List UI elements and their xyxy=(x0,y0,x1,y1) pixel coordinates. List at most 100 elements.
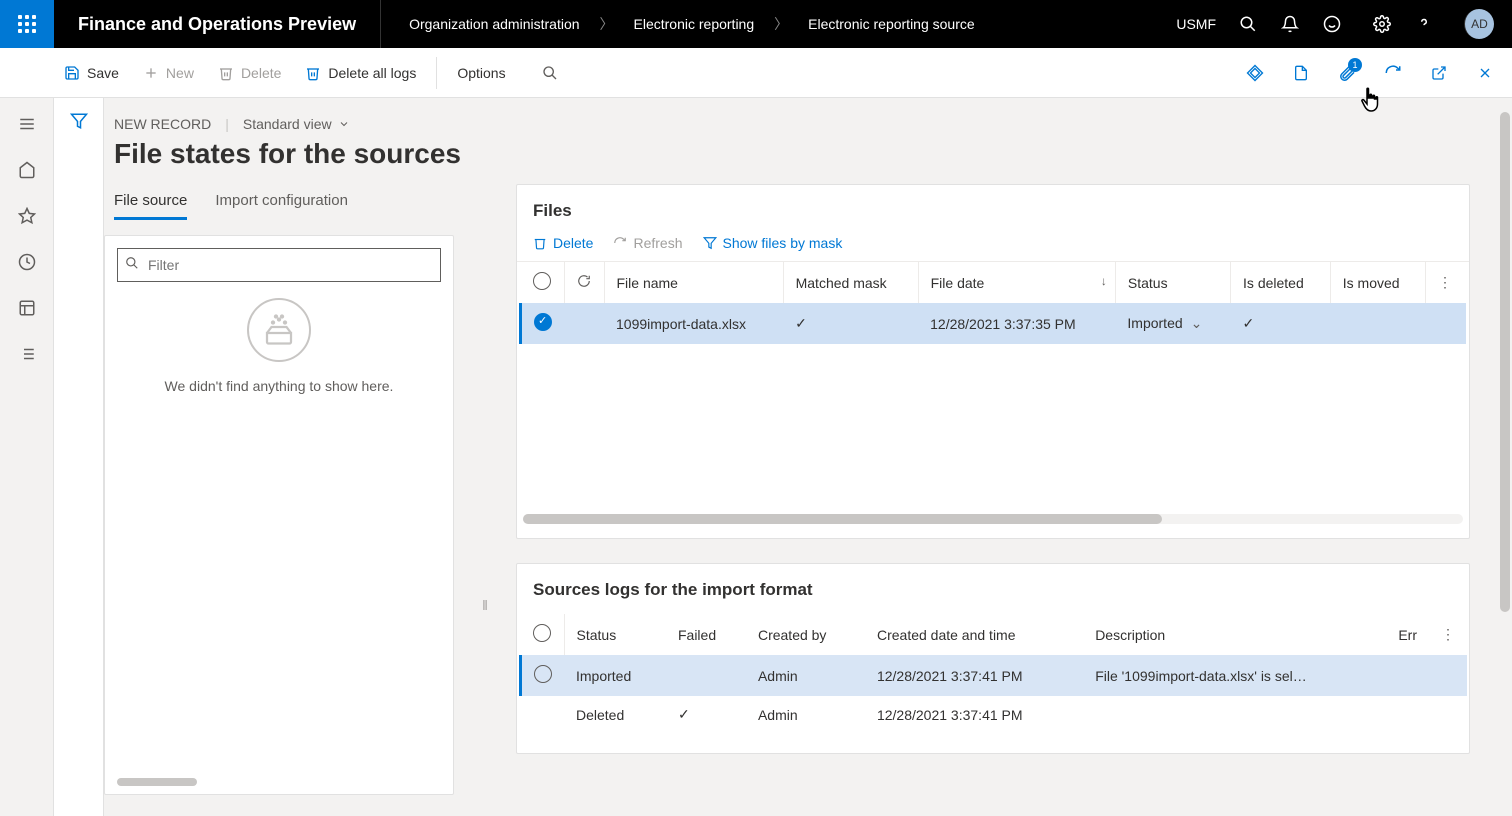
bell-icon[interactable] xyxy=(1280,14,1300,34)
search-icon[interactable] xyxy=(1238,14,1258,34)
file-source-panel: We didn't find anything to show here. xyxy=(104,235,454,795)
col-is-deleted[interactable]: Is deleted xyxy=(1231,262,1331,303)
topbar-right: USMF AD xyxy=(1176,9,1512,39)
files-panel-title: Files xyxy=(517,201,1469,235)
scroll-thumb[interactable] xyxy=(1500,112,1510,612)
clock-icon xyxy=(18,253,36,271)
col-matched-mask[interactable]: Matched mask xyxy=(783,262,918,303)
app-launcher[interactable] xyxy=(0,0,54,48)
funnel-icon xyxy=(70,112,88,130)
menu-icon xyxy=(18,115,36,133)
tab-file-source[interactable]: File source xyxy=(114,184,187,220)
top-bar: Finance and Operations Preview Organizat… xyxy=(0,0,1512,48)
page-icon[interactable] xyxy=(1284,56,1318,90)
check-icon: ✓ xyxy=(1243,315,1255,331)
save-label: Save xyxy=(87,65,119,81)
files-refresh-button[interactable]: Refresh xyxy=(613,235,682,251)
refresh-button[interactable] xyxy=(1376,56,1410,90)
nav-hamburger[interactable] xyxy=(7,104,47,144)
select-all-circle[interactable] xyxy=(533,624,551,642)
files-refresh-label: Refresh xyxy=(633,235,682,251)
col-failed[interactable]: Failed xyxy=(666,614,746,655)
col-status[interactable]: Status xyxy=(564,614,666,655)
cell-is-deleted: ✓ xyxy=(1231,303,1331,344)
files-delete-label: Delete xyxy=(553,235,593,251)
cell-status: Imported xyxy=(564,655,666,696)
list-icon xyxy=(18,345,36,363)
col-select[interactable] xyxy=(521,614,565,655)
col-refresh[interactable] xyxy=(564,262,604,303)
filter-pane-toggle[interactable] xyxy=(70,112,88,816)
row-select-checkbox[interactable] xyxy=(534,313,552,331)
filter-input[interactable] xyxy=(117,248,441,282)
cell-matched-mask: ✓ xyxy=(783,303,918,344)
logs-panel: Sources logs for the import format Statu… xyxy=(516,563,1470,754)
col-err[interactable]: Err xyxy=(1386,614,1429,655)
files-delete-button[interactable]: Delete xyxy=(533,235,593,251)
breadcrumb-er-source[interactable]: Electronic reporting source xyxy=(808,16,975,32)
col-description[interactable]: Description xyxy=(1083,614,1386,655)
horizontal-scrollbar[interactable] xyxy=(117,778,197,786)
cell-status[interactable]: Imported⌄ xyxy=(1115,303,1230,344)
cell-file-date: 12/28/2021 3:37:35 PM xyxy=(918,303,1115,344)
nav-workspaces[interactable] xyxy=(7,288,47,328)
nav-home[interactable] xyxy=(7,150,47,190)
view-selector[interactable]: Standard view xyxy=(243,116,350,132)
col-created-by[interactable]: Created by xyxy=(746,614,865,655)
page-title: File states for the sources xyxy=(114,138,1470,170)
check-icon: ✓ xyxy=(678,706,690,722)
breadcrumb-org-admin[interactable]: Organization administration xyxy=(409,16,579,32)
table-row[interactable]: 1099import-data.xlsx ✓ 12/28/2021 3:37:3… xyxy=(521,303,1466,344)
files-body-spacer xyxy=(517,344,1469,514)
popout-button[interactable] xyxy=(1422,56,1456,90)
nav-favorites[interactable] xyxy=(7,196,47,236)
action-search-button[interactable] xyxy=(532,59,568,87)
chevron-down-icon xyxy=(338,118,350,130)
company-code[interactable]: USMF xyxy=(1176,16,1216,32)
col-file-name[interactable]: File name xyxy=(604,262,783,303)
cell-file-name[interactable]: 1099import-data.xlsx xyxy=(604,303,783,344)
table-row[interactable]: Deleted ✓ Admin 12/28/2021 3:37:41 PM xyxy=(521,696,1468,733)
row-select-checkbox[interactable] xyxy=(534,665,552,683)
col-select[interactable] xyxy=(521,262,565,303)
tab-import-config[interactable]: Import configuration xyxy=(215,184,348,220)
files-show-mask-label: Show files by mask xyxy=(723,235,843,251)
select-all-circle[interactable] xyxy=(533,272,551,290)
attachments-button[interactable]: 1 xyxy=(1330,56,1364,90)
col-status[interactable]: Status xyxy=(1115,262,1230,303)
close-button[interactable] xyxy=(1468,56,1502,90)
nav-recent[interactable] xyxy=(7,242,47,282)
empty-text: We didn't find anything to show here. xyxy=(117,378,441,394)
options-button[interactable]: Options xyxy=(447,59,515,87)
delete-all-logs-button[interactable]: Delete all logs xyxy=(295,59,426,87)
col-created-dt[interactable]: Created date and time xyxy=(865,614,1083,655)
avatar[interactable]: AD xyxy=(1464,9,1494,39)
cell-description xyxy=(1083,696,1386,733)
gear-icon[interactable] xyxy=(1372,14,1392,34)
refresh-icon xyxy=(613,236,627,250)
table-row[interactable]: Imported Admin 12/28/2021 3:37:41 PM Fil… xyxy=(521,655,1468,696)
popout-icon xyxy=(1431,65,1447,81)
files-toolbar: Delete Refresh Show files by mask xyxy=(517,235,1469,262)
col-more[interactable]: ⋮ xyxy=(1426,262,1466,303)
trash-icon xyxy=(305,65,321,81)
split-handle[interactable]: ‖ xyxy=(476,414,494,795)
delete-button[interactable]: Delete xyxy=(208,59,291,87)
breadcrumb-er[interactable]: Electronic reporting xyxy=(634,16,755,32)
funnel-icon xyxy=(703,236,717,250)
save-button[interactable]: Save xyxy=(54,59,129,87)
col-is-moved[interactable]: Is moved xyxy=(1330,262,1425,303)
help-icon[interactable] xyxy=(1414,14,1434,34)
files-show-mask-button[interactable]: Show files by mask xyxy=(703,235,843,251)
col-more[interactable]: ⋮ xyxy=(1429,614,1467,655)
nav-modules[interactable] xyxy=(7,334,47,374)
col-file-date[interactable]: File date↓ xyxy=(918,262,1115,303)
diamond-icon[interactable] xyxy=(1238,56,1272,90)
options-label: Options xyxy=(457,65,505,81)
smile-icon[interactable] xyxy=(1322,14,1342,34)
vertical-scrollbar[interactable] xyxy=(1498,98,1512,816)
scroll-thumb[interactable] xyxy=(523,514,1162,524)
new-button[interactable]: New xyxy=(133,59,204,87)
horizontal-scrollbar[interactable] xyxy=(523,514,1463,524)
waffle-icon xyxy=(18,15,36,33)
